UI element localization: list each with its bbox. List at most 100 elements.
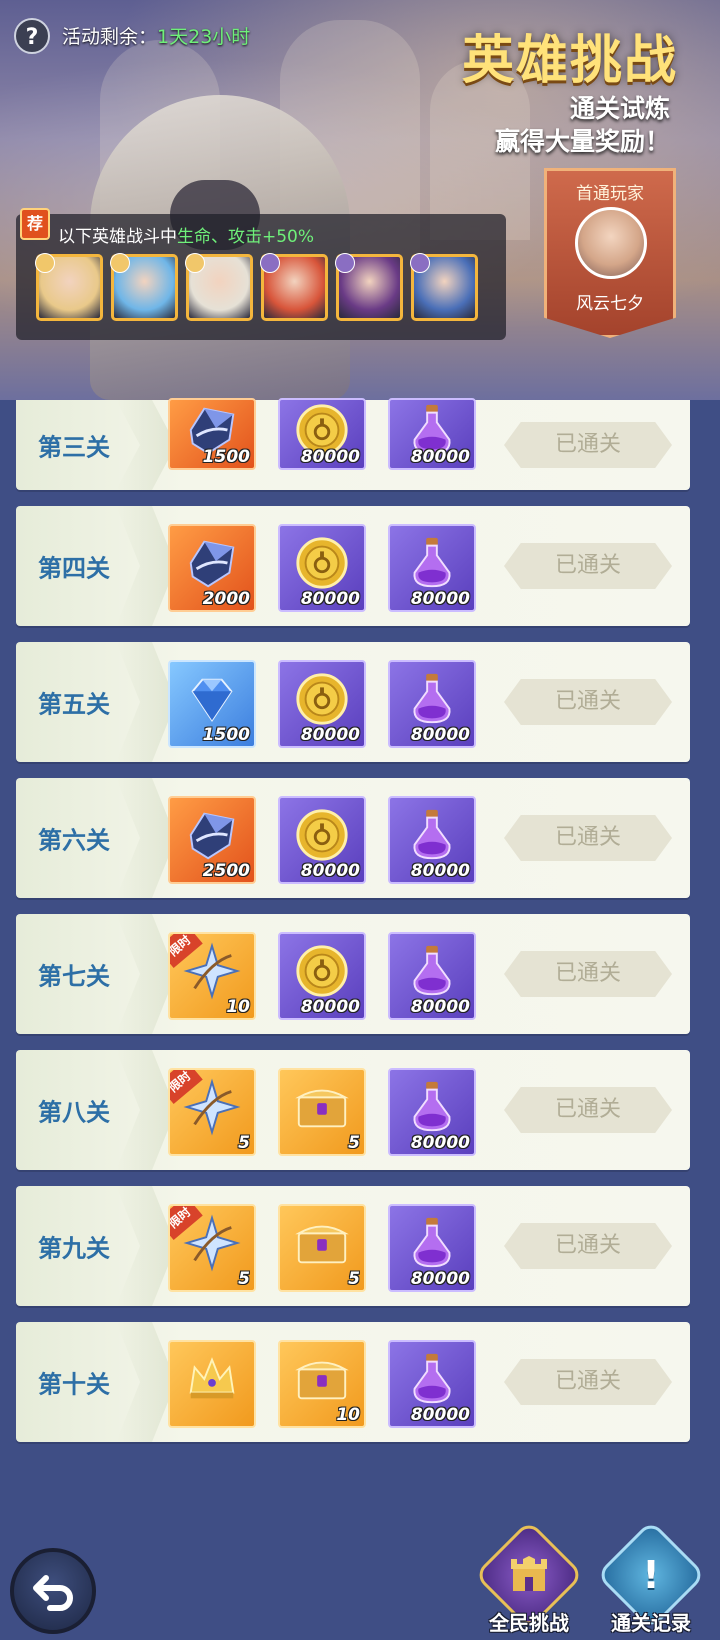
reward-item[interactable]: 80000 [278, 524, 366, 612]
potion-icon [403, 1214, 461, 1272]
reward-item[interactable]: 5 [278, 1204, 366, 1292]
reward-item[interactable]: 80000 [388, 1340, 476, 1428]
cleared-status-button[interactable]: 已通关 [504, 951, 672, 997]
potion-icon [403, 1350, 461, 1408]
reward-item[interactable]: 限时 5 [168, 1204, 256, 1292]
buff-text-prefix: 以下英雄战斗中 [58, 227, 177, 247]
crystal-icon [183, 806, 241, 864]
back-arrow-icon [33, 1575, 73, 1611]
reward-item[interactable]: 80000 [388, 932, 476, 1020]
reward-item[interactable]: 80000 [388, 524, 476, 612]
cleared-status-button[interactable]: 已通关 [504, 1087, 672, 1133]
clear-record-button[interactable]: ! 通关记录 [595, 1519, 707, 1636]
reward-item[interactable]: 1500 [168, 398, 256, 470]
reward-count: 10 [336, 1405, 360, 1425]
reward-count: 80000 [410, 589, 470, 609]
subtitle-line-1: 通关试炼 [569, 94, 670, 123]
stage-list[interactable]: 第三关 1500 80000 80000 已通关 第四关 2000 80000 80000 已通关… [16, 398, 690, 1458]
back-button[interactable] [10, 1548, 96, 1634]
crown-icon [183, 1350, 241, 1408]
gold-coin-icon [293, 670, 351, 728]
event-subtitle: 通关试炼 赢得大量奖励！ [495, 92, 670, 158]
reward-item[interactable]: 80000 [388, 1068, 476, 1156]
reward-item[interactable]: 80000 [278, 796, 366, 884]
reward-item[interactable]: 1500 [168, 660, 256, 748]
hero-portrait-4[interactable] [260, 253, 328, 321]
buff-stat: 生命、攻击+50% [177, 227, 315, 247]
stage-name: 第六关 [38, 826, 110, 855]
first-clear-title: 首通玩家 [576, 184, 644, 204]
hero-portrait-6[interactable] [410, 253, 478, 321]
reward-list: 限时 5 5 80000 [168, 1068, 476, 1156]
reward-item[interactable]: 80000 [278, 660, 366, 748]
hero-portrait-3[interactable] [185, 253, 253, 321]
reward-item[interactable]: 80000 [388, 1204, 476, 1292]
timer-label: 活动剩余： [62, 26, 158, 48]
reward-count: 80000 [300, 589, 360, 609]
reward-count: 80000 [410, 1269, 470, 1289]
reward-count: 5 [238, 1133, 250, 1153]
cleared-status-button[interactable]: 已通关 [504, 1359, 672, 1405]
reward-count: 80000 [300, 861, 360, 881]
hero-portrait-2[interactable] [110, 253, 178, 321]
hero-portrait-1[interactable] [35, 253, 103, 321]
reward-list: 限时 10 80000 80000 [168, 932, 476, 1020]
reward-count: 80000 [410, 861, 470, 881]
stage-name: 第八关 [38, 1098, 110, 1127]
reward-item[interactable]: 80000 [388, 796, 476, 884]
buff-description: 以下英雄战斗中生命、攻击+50% [58, 222, 314, 247]
challenge-label: 全民挑战 [489, 1611, 569, 1635]
stage-row: 第八关 限时 5 5 80000 已通关 [16, 1050, 690, 1170]
reward-count: 80000 [300, 447, 360, 467]
diamond-icon [183, 670, 241, 728]
reward-count: 1500 [202, 725, 250, 745]
exclamation-icon: ! [642, 1553, 660, 1597]
cleared-status-button[interactable]: 已通关 [504, 815, 672, 861]
cleared-status-button[interactable]: 已通关 [504, 679, 672, 725]
reward-item[interactable]: 80000 [278, 398, 366, 470]
reward-item[interactable]: 80000 [388, 398, 476, 470]
reward-item[interactable]: 10 [278, 1340, 366, 1428]
reward-item[interactable]: 80000 [278, 932, 366, 1020]
treasure-chest-icon [293, 1214, 351, 1272]
help-button[interactable]: ? [14, 18, 50, 54]
reward-count: 80000 [410, 1133, 470, 1153]
reward-count: 5 [348, 1269, 360, 1289]
reward-count: 5 [348, 1133, 360, 1153]
stage-name: 第五关 [38, 690, 110, 719]
reward-list: 10 80000 [168, 1340, 476, 1428]
reward-item[interactable]: 限时 10 [168, 932, 256, 1020]
cleared-status-button[interactable]: 已通关 [504, 1223, 672, 1269]
reward-item[interactable]: 2500 [168, 796, 256, 884]
stage-name: 第三关 [38, 433, 110, 462]
cleared-status-button[interactable]: 已通关 [504, 422, 672, 468]
stage-row: 第六关 2500 80000 80000 已通关 [16, 778, 690, 898]
crystal-icon [183, 534, 241, 592]
stage-row: 第十关 10 80000 已通关 [16, 1322, 690, 1442]
cleared-status-button[interactable]: 已通关 [504, 543, 672, 589]
potion-icon [403, 806, 461, 864]
stage-row: 第九关 限时 5 5 80000 已通关 [16, 1186, 690, 1306]
reward-item[interactable]: 限时 5 [168, 1068, 256, 1156]
all-players-challenge-button[interactable]: 全民挑战 [473, 1519, 585, 1636]
element-badge-icon [335, 253, 355, 273]
avatar [575, 207, 647, 279]
reward-list: 限时 5 5 80000 [168, 1204, 476, 1292]
element-badge-icon [185, 253, 205, 273]
potion-icon [403, 670, 461, 728]
reward-item[interactable]: 80000 [388, 660, 476, 748]
reward-count: 5 [238, 1269, 250, 1289]
subtitle-line-2: 赢得大量奖励！ [494, 127, 670, 156]
reward-count: 80000 [410, 725, 470, 745]
stage-name: 第十关 [38, 1370, 110, 1399]
reward-item[interactable] [168, 1340, 256, 1428]
first-clear-player-card[interactable]: 首通玩家 风云七夕 [544, 168, 676, 338]
reward-count: 2000 [202, 589, 250, 609]
reward-item[interactable]: 5 [278, 1068, 366, 1156]
hero-portrait-5[interactable] [335, 253, 403, 321]
castle-icon [511, 1556, 547, 1591]
potion-icon [403, 942, 461, 1000]
gold-coin-icon [293, 942, 351, 1000]
reward-item[interactable]: 2000 [168, 524, 256, 612]
stage-name: 第七关 [38, 962, 110, 991]
